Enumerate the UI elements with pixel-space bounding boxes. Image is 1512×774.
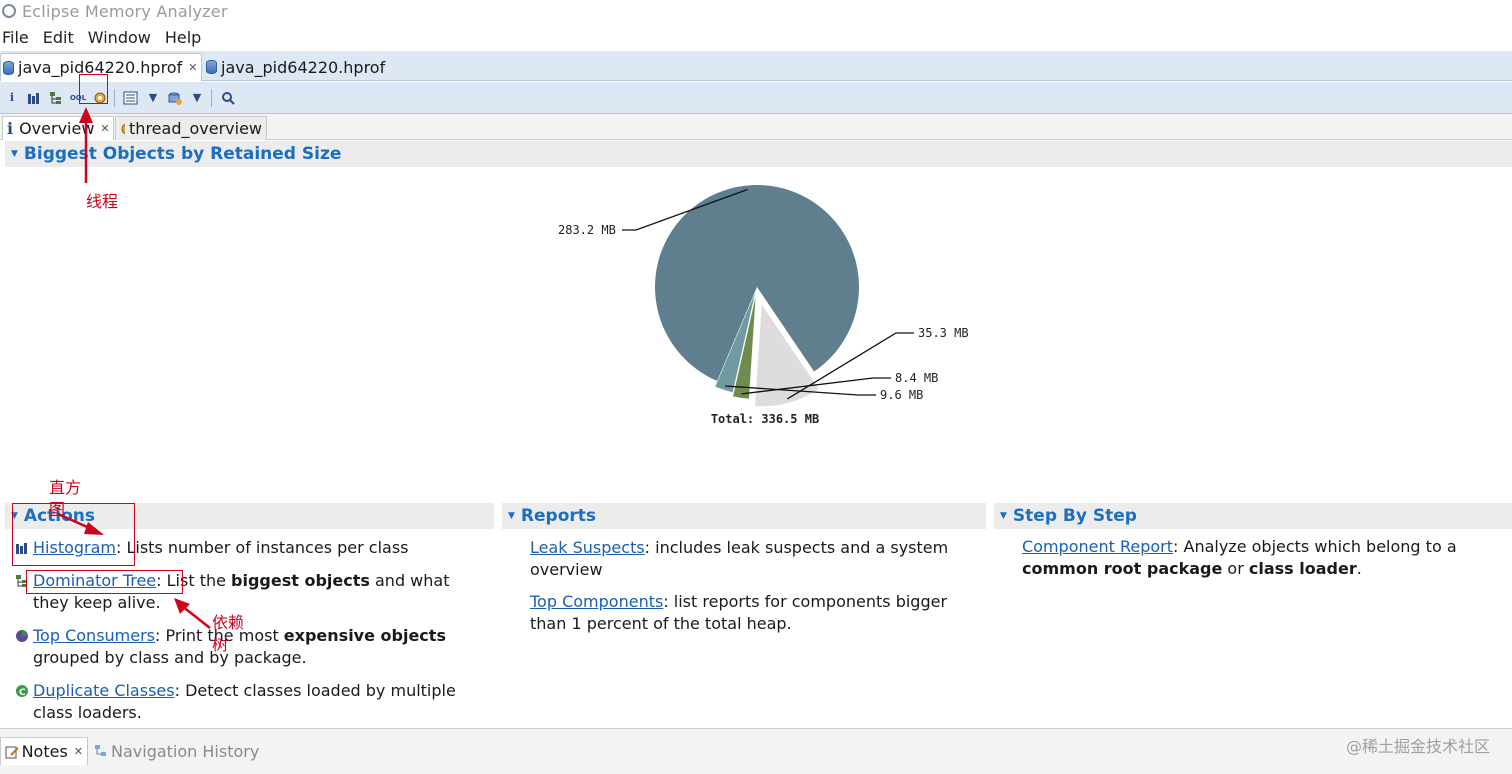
menu-bar: File Edit Window Help (0, 24, 1512, 50)
overview-info-icon[interactable]: i (2, 88, 22, 108)
tab-navigation-history[interactable]: Navigation History (90, 737, 263, 765)
toolbar: i OQL ▼ ▼ (0, 82, 1512, 114)
step-text: : Analyze objects which belong to a (1173, 537, 1457, 556)
component-report-link[interactable]: Component Report (1022, 537, 1173, 556)
toolbar-separator (114, 88, 115, 107)
action-text: : Lists number of instances per class (116, 538, 409, 557)
notes-icon (5, 746, 19, 758)
pie-value-label: 9.6 MB (880, 388, 923, 402)
watermark: @稀土掘金技术社区 (1345, 737, 1490, 756)
annotation-arrow-histogram (57, 512, 104, 535)
close-icon[interactable]: ✕ (188, 61, 197, 74)
window-title: Eclipse Memory Analyzer (22, 1, 228, 21)
top-consumers-link[interactable]: Top Consumers (33, 626, 155, 645)
collapse-icon[interactable]: ▼ (508, 511, 515, 521)
pie-value-label: 283.2 MB (558, 223, 616, 237)
heap-dump-icon (3, 60, 14, 75)
step-text-bold: class loader (1248, 559, 1357, 578)
pie-value-label: 8.4 MB (895, 371, 938, 385)
pie-chart-svg: 283.2 MB 35.3 MB 8.4 MB 9.6 MB Total: 336.5 … (558, 185, 969, 426)
action-duplicate-classes: C Duplicate Classes: Detect classes load… (15, 680, 490, 724)
menu-window[interactable]: Window (88, 28, 151, 47)
thread-icon (121, 123, 126, 134)
chevron-down-icon[interactable]: ▼ (143, 88, 163, 108)
app-icon (2, 4, 16, 18)
chevron-down-icon[interactable]: ▼ (187, 88, 207, 108)
report-top-components: Top Components: list reports for compone… (530, 591, 960, 635)
pie-total-label: Total: 336.5 MB (711, 412, 819, 426)
tab-label: Notes (21, 742, 68, 761)
collapse-icon[interactable]: ▼ (1000, 511, 1007, 521)
heap-dump-icon (206, 60, 217, 74)
step-text-bold: common root package (1022, 559, 1223, 578)
info-icon: i (7, 119, 14, 138)
tab-thread-overview[interactable]: thread_overview (115, 116, 267, 140)
menu-edit[interactable]: Edit (43, 28, 74, 47)
close-icon[interactable]: ✕ (100, 122, 109, 135)
editor-tab-2[interactable]: java_pid64220.hprof (204, 53, 389, 81)
annotation-arrow-thread (79, 107, 93, 183)
navigation-history-icon (95, 745, 106, 756)
histogram-icon[interactable] (24, 88, 44, 108)
editor-tab-label: java_pid64220.hprof (221, 57, 386, 77)
action-text-bold: biggest objects (231, 571, 370, 590)
duplicate-classes-link[interactable]: Duplicate Classes (33, 681, 175, 700)
step-text: or (1222, 559, 1249, 578)
report-leak-suspects: Leak Suspects: includes leak suspects an… (530, 537, 960, 581)
run-report-icon[interactable] (121, 88, 141, 108)
toolbar-separator (211, 88, 212, 107)
editor-tab-bar: java_pid64220.hprof ✕ java_pid64220.hpro… (0, 51, 1512, 81)
top-components-link[interactable]: Top Components (530, 592, 663, 611)
leak-suspects-link[interactable]: Leak Suspects (530, 538, 645, 557)
bottom-panel-bar: Notes ✕ Navigation History (0, 728, 1512, 774)
menu-help[interactable]: Help (165, 28, 201, 47)
svg-text:C: C (19, 688, 26, 698)
annotation-box-dominator (26, 570, 183, 594)
tab-overview[interactable]: i Overview ✕ (2, 116, 114, 140)
tab-label: Navigation History (111, 741, 260, 761)
duplicate-classes-icon: C (16, 685, 28, 698)
view-tab-bar: i Overview ✕ thread_overview (0, 114, 1512, 140)
annotation-box-thread (79, 74, 108, 104)
annotation-thread: 线程 (86, 192, 119, 211)
section-title: Reports (520, 506, 597, 526)
annotation-dominator: 依赖树 (212, 613, 245, 654)
step-text: . (1356, 559, 1362, 578)
step-component-report: Component Report: Analyze objects which … (1022, 536, 1492, 580)
search-icon[interactable] (218, 88, 238, 108)
menu-file[interactable]: File (2, 28, 29, 47)
pie-value-label: 35.3 MB (918, 326, 969, 340)
annotation-arrow-dominator (174, 598, 211, 629)
close-icon[interactable]: ✕ (74, 745, 83, 758)
section-title: Step By Step (1012, 506, 1137, 526)
pie-chart: 283.2 MB 35.3 MB 8.4 MB 9.6 MB Total: 336.5 … (480, 170, 1040, 440)
action-text: grouped by class and by package. (33, 648, 307, 667)
section-reports[interactable]: ▼ Reports (502, 503, 986, 529)
tab-notes[interactable]: Notes ✕ (0, 737, 88, 765)
section-title: Biggest Objects by Retained Size (23, 144, 342, 164)
action-text-bold: expensive objects (283, 626, 446, 645)
section-biggest-objects[interactable]: ▼ Biggest Objects by Retained Size (5, 141, 1512, 167)
tab-label: thread_overview (129, 119, 262, 138)
section-step-by-step[interactable]: ▼ Step By Step (994, 503, 1512, 529)
top-consumers-icon (16, 630, 28, 642)
pie-slice (655, 185, 859, 381)
dominator-tree-icon[interactable] (46, 88, 66, 108)
title-bar: Eclipse Memory Analyzer (0, 0, 1512, 22)
query-browser-icon[interactable] (165, 88, 185, 108)
collapse-icon[interactable]: ▼ (11, 149, 18, 159)
